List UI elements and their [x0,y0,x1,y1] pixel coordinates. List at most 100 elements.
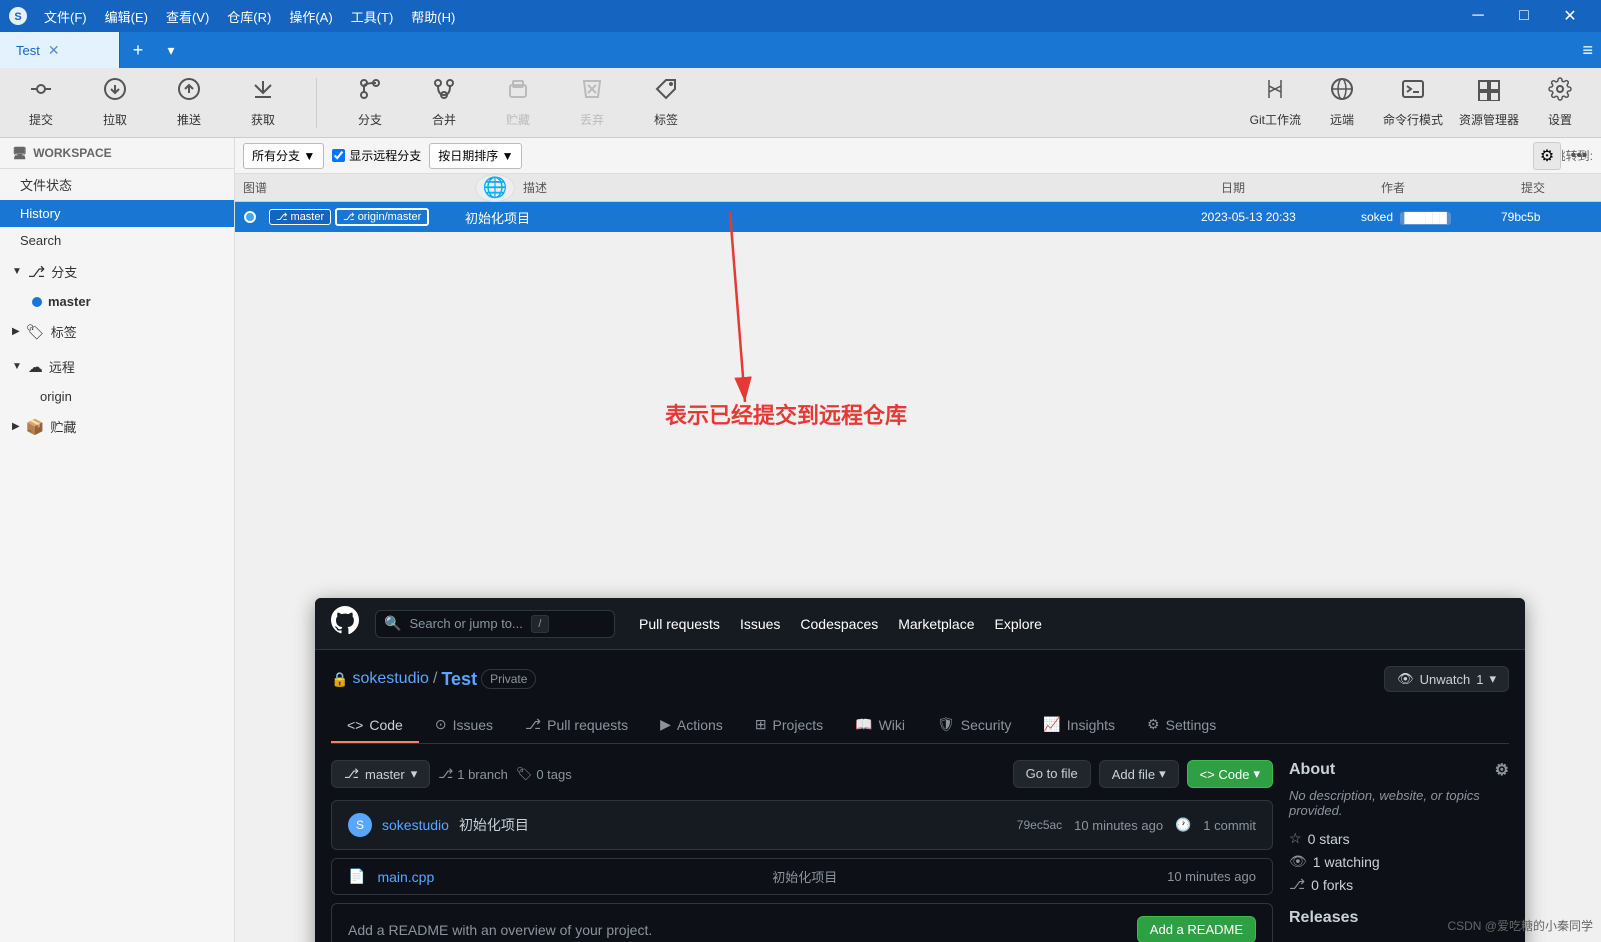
sidebar-remote-section[interactable]: ▼ ☁ 远程 [0,349,234,384]
sidebar-item-file-status[interactable]: 文件状态 [0,169,234,200]
sidebar-master-branch[interactable]: master [0,289,234,314]
toolbar-git-workflow[interactable]: Git工作流 [1250,77,1301,128]
content-toolbar-right: ⚙ ••• [1533,142,1593,170]
sidebar-stash-section[interactable]: ▶ 📦 贮藏 [0,409,234,444]
gh-commit-author-link[interactable]: sokestudio [382,817,449,833]
menu-file[interactable]: 文件(F) [36,5,95,28]
content-more-button[interactable]: ••• [1565,142,1593,170]
window-controls[interactable]: ─ □ ✕ [1455,0,1593,32]
close-button[interactable]: ✕ [1547,0,1593,32]
app-logo: S [8,6,28,26]
gh-about-gear-icon[interactable]: ⚙ [1495,760,1509,780]
gh-commits-count[interactable]: 1 commit [1203,818,1256,833]
tab-test[interactable]: Test ✕ [0,32,120,68]
gh-go-to-file-button[interactable]: Go to file [1013,760,1091,788]
gh-repo-name[interactable]: Test [441,669,477,690]
gh-nav-issues[interactable]: Issues [732,612,788,636]
sort-dropdown[interactable]: 按日期排序 ▼ [429,143,522,169]
gh-tab-code[interactable]: <> Code [331,708,419,743]
col-author-label: 作者 [1381,181,1405,195]
code-btn-chevron: ▾ [1253,766,1260,782]
tab-close-button[interactable]: ✕ [48,42,60,59]
gh-nav-marketplace[interactable]: Marketplace [890,612,982,636]
show-remote-label: 显示远程分支 [349,147,421,164]
gh-tab-insights[interactable]: 📈 Insights [1027,708,1131,743]
globe-icon: 🌐 [475,174,515,202]
toolbar-branch[interactable]: 分支 [345,77,395,128]
pull-label: 拉取 [103,111,127,128]
tab-add-button[interactable]: + [120,32,156,68]
menu-repo[interactable]: 仓库(R) [219,5,279,28]
minimize-button[interactable]: ─ [1455,0,1501,32]
gh-unwatch-button[interactable]: 👁 Unwatch 1 ▾ [1384,666,1509,692]
tags-chevron-icon: ▶ [12,326,20,337]
menu-help[interactable]: 帮助(H) [403,5,463,28]
toolbar-remote[interactable]: 远端 [1317,77,1367,128]
toolbar-pull[interactable]: 拉取 [90,77,140,128]
gh-nav-explore[interactable]: Explore [987,612,1050,636]
gh-nav-pullrequests[interactable]: Pull requests [631,612,728,636]
toolbar-commit[interactable]: 提交 [16,77,66,128]
sidebar-tags-section[interactable]: ▶ 🏷 标签 [0,314,234,349]
branch-label: 分支 [358,111,382,128]
all-branches-dropdown[interactable]: 所有分支 ▼ [243,143,324,169]
toolbar-discard[interactable]: 丢弃 [567,77,617,128]
sidebar-branches-section[interactable]: ▼ ⎇ 分支 [0,254,234,289]
unwatch-label: Unwatch [1420,672,1471,687]
gh-tab-prs[interactable]: ⎇ Pull requests [509,708,644,743]
menu-view[interactable]: 查看(V) [158,5,217,28]
github-panel: 🔍 Search or jump to... / Pull requests I… [315,598,1525,942]
gh-tab-projects[interactable]: ⊞ Projects [739,708,839,743]
sidebar-item-history[interactable]: History [0,200,234,227]
prs-icon: ⎇ [525,716,541,733]
toolbar-merge[interactable]: 合并 [419,77,469,128]
gh-tab-settings[interactable]: ⚙ Settings [1131,708,1232,743]
cloud-icon: ☁ [28,358,43,376]
show-remote-checkbox[interactable] [332,149,345,162]
gh-repo-owner[interactable]: sokestudio [352,670,429,688]
gh-tab-issues[interactable]: ⊙ Issues [419,708,509,743]
cli-label: 命令行模式 [1383,111,1443,128]
gh-commit-hash[interactable]: 79ec5ac [1017,818,1062,832]
menu-tools[interactable]: 工具(T) [343,5,402,28]
gh-search-box[interactable]: 🔍 Search or jump to... / [375,610,615,638]
forks-count: 0 forks [1311,877,1353,893]
toolbar-settings[interactable]: 设置 [1535,77,1585,128]
toolbar-explorer[interactable]: 资源管理器 [1459,77,1519,128]
author-name: soked [1361,210,1393,224]
menu-edit[interactable]: 编辑(E) [97,5,156,28]
row-circle-indicator [235,211,265,223]
menu-action[interactable]: 操作(A) [281,5,340,28]
history-row-0[interactable]: ⎇ master ⎇ origin/master 初始化项目 2023-05-1… [235,202,1601,232]
stash-icon [506,77,530,107]
maximize-button[interactable]: □ [1501,0,1547,32]
toolbar-fetch[interactable]: 获取 [238,77,288,128]
gh-nav-codespaces[interactable]: Codespaces [792,612,886,636]
gh-add-readme-button[interactable]: Add a README [1137,916,1256,942]
title-bar-menu[interactable]: 文件(F) 编辑(E) 查看(V) 仓库(R) 操作(A) 工具(T) 帮助(H… [36,5,463,28]
tag-label: 标签 [654,111,678,128]
gh-search-placeholder: Search or jump to... [409,616,522,631]
tab-dropdown[interactable]: ▾ [156,42,186,59]
content-gear-button[interactable]: ⚙ [1533,142,1561,170]
gh-file-name-0[interactable]: main.cpp [377,869,760,885]
gh-add-file-button[interactable]: Add file ▾ [1099,760,1179,788]
toolbar-tag[interactable]: 标签 [641,77,691,128]
gh-branch-selector[interactable]: ⎇ master ▾ [331,760,430,788]
commit-icon [29,77,53,107]
gh-tab-wiki[interactable]: 📖 Wiki [839,708,921,743]
sidebar-origin[interactable]: origin [0,384,234,409]
gh-code-button[interactable]: <> Code ▾ [1187,760,1273,788]
sidebar-item-search[interactable]: Search [0,227,234,254]
origin-badge-label: origin/master [358,211,422,223]
annotation-label: 表示已经提交到远程仓库 [665,403,907,428]
toolbar-cli[interactable]: 命令行模式 [1383,77,1443,128]
toolbar-push[interactable]: 推送 [164,77,214,128]
commit-label: 提交 [29,111,53,128]
gh-file-row-0[interactable]: 📄 main.cpp 初始化项目 10 minutes ago [332,859,1272,894]
gh-tab-actions[interactable]: ▶ Actions [644,708,739,743]
gh-tab-security[interactable]: 🛡 Security [921,708,1027,743]
tab-overflow-icon[interactable]: ≡ [1582,40,1593,61]
toolbar-stash[interactable]: 贮藏 [493,77,543,128]
show-remote-checkbox-label[interactable]: 显示远程分支 [332,147,421,164]
